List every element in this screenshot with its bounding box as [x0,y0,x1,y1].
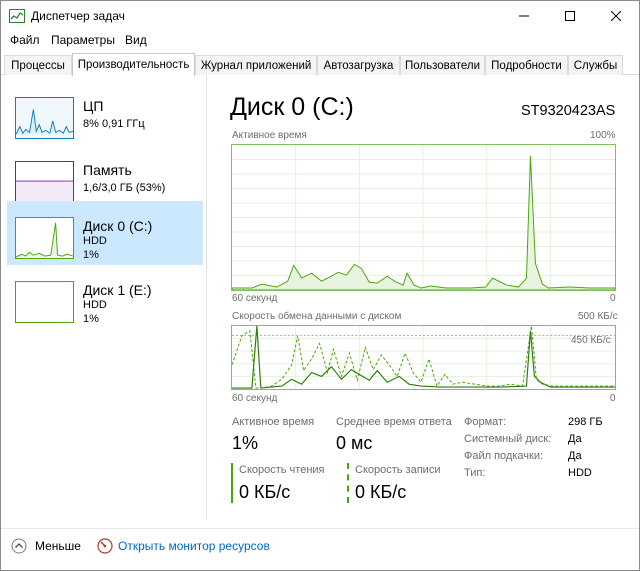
open-resource-monitor-link[interactable]: Открыть монитор ресурсов [97,538,277,556]
transfer-rate-inner-label: 450 КБ/с [571,335,611,346]
active-time-zero-label: 0 [610,293,616,304]
sidebar-item-disk-1[interactable]: Диск 1 (E:) HDD 1% [7,265,203,329]
sidebar-item-label: Диск 1 (E:) [83,282,152,298]
menu-view[interactable]: Вид [125,33,147,47]
page-title: Диск 0 (C:) [230,93,354,121]
sidebar-item-disk-0[interactable]: Диск 0 (C:) HDD 1% [7,201,203,265]
sidebar-item-detail: 8% 0,91 ГГц [83,118,145,130]
transfer-rate-duration-label: 60 секунд [232,393,278,404]
property-value: HDD [568,467,592,479]
tab-startup[interactable]: Автозагрузка [317,55,400,75]
sidebar-item-label: Диск 0 (C:) [83,218,153,234]
sidebar-item-label: Память [83,162,132,178]
resource-sidebar: ЦП 8% 0,91 ГГц Память 1,6/3,0 ГБ (53%) Д… [1,75,207,520]
task-manager-window: Диспетчер задач Файл Параметры Вид Проце… [0,0,640,571]
read-speed-indicator [231,463,233,503]
cpu-thumbnail-graph [15,97,74,139]
tab-processes[interactable]: Процессы [4,55,72,75]
property-label: Тип: [464,467,486,479]
sidebar-item-detail: 1,6/3,0 ГБ (53%) [83,182,166,194]
property-value: Да [568,433,582,445]
minimize-button[interactable] [501,1,547,31]
close-button[interactable] [593,1,639,31]
disk-model: ST9320423AS [521,103,616,119]
transfer-rate-chart-label: Скорость обмена данными с диском [232,311,402,322]
write-speed-label: Скорость записи [355,464,441,476]
sidebar-item-cpu[interactable]: ЦП 8% 0,91 ГГц [7,81,203,145]
active-time-stat-value: 1% [232,433,259,453]
active-time-max-label: 100% [590,130,616,141]
sidebar-item-detail: HDD [83,235,107,247]
memory-thumbnail-graph [15,161,74,203]
transfer-rate-graph [231,325,616,390]
sidebar-item-detail: HDD [83,299,107,311]
menu-options[interactable]: Параметры [51,33,115,47]
fewer-details-label: Меньше [35,539,81,553]
window-title: Диспетчер задач [31,9,125,23]
chevron-up-icon [11,538,27,554]
read-speed-value: 0 КБ/с [239,482,291,502]
disk0-thumbnail-graph [15,217,74,259]
active-time-chart-label: Активное время [232,130,307,141]
property-value: Да [568,450,582,462]
tab-services[interactable]: Службы [568,55,623,75]
transfer-rate-max-label: 500 КБ/с [578,311,618,322]
tab-strip: Процессы Производительность Журнал прило… [1,53,639,76]
fewer-details-button[interactable]: Меньше [11,538,83,556]
response-time-stat-value: 0 мс [336,433,373,453]
read-speed-label: Скорость чтения [239,464,325,476]
transfer-rate-zero-label: 0 [610,393,616,404]
task-manager-icon [9,9,25,23]
property-value: 298 ГБ [568,416,603,428]
tab-users[interactable]: Пользователи [400,55,485,75]
title-bar: Диспетчер задач [1,1,639,31]
menu-bar: Файл Параметры Вид [1,31,639,51]
response-time-stat-label: Среднее время ответа [336,416,452,428]
minimize-icon [519,15,529,17]
write-speed-value: 0 КБ/с [355,482,407,502]
sidebar-item-label: ЦП [83,98,104,114]
property-label: Формат: [464,416,507,428]
write-speed-indicator [347,463,349,503]
disk1-thumbnail-graph [15,281,74,323]
close-icon [611,11,621,21]
maximize-button[interactable] [547,1,593,31]
active-time-stat-label: Активное время [232,416,315,428]
property-label: Системный диск: [464,433,552,445]
resource-monitor-icon [97,538,113,554]
active-time-graph [231,144,616,291]
maximize-icon [565,11,575,21]
tab-details[interactable]: Подробности [485,55,568,75]
menu-file[interactable]: Файл [10,33,40,47]
footer: Меньше Открыть монитор ресурсов [1,528,639,568]
sidebar-item-memory[interactable]: Память 1,6/3,0 ГБ (53%) [7,145,203,209]
active-time-duration-label: 60 секунд [232,293,278,304]
tab-performance[interactable]: Производительность [72,53,195,76]
sidebar-item-usage: 1% [83,249,99,261]
tab-app-history[interactable]: Журнал приложений [195,55,317,75]
property-label: Файл подкачки: [464,450,544,462]
sidebar-item-usage: 1% [83,313,99,325]
open-resource-monitor-label: Открыть монитор ресурсов [118,539,270,553]
